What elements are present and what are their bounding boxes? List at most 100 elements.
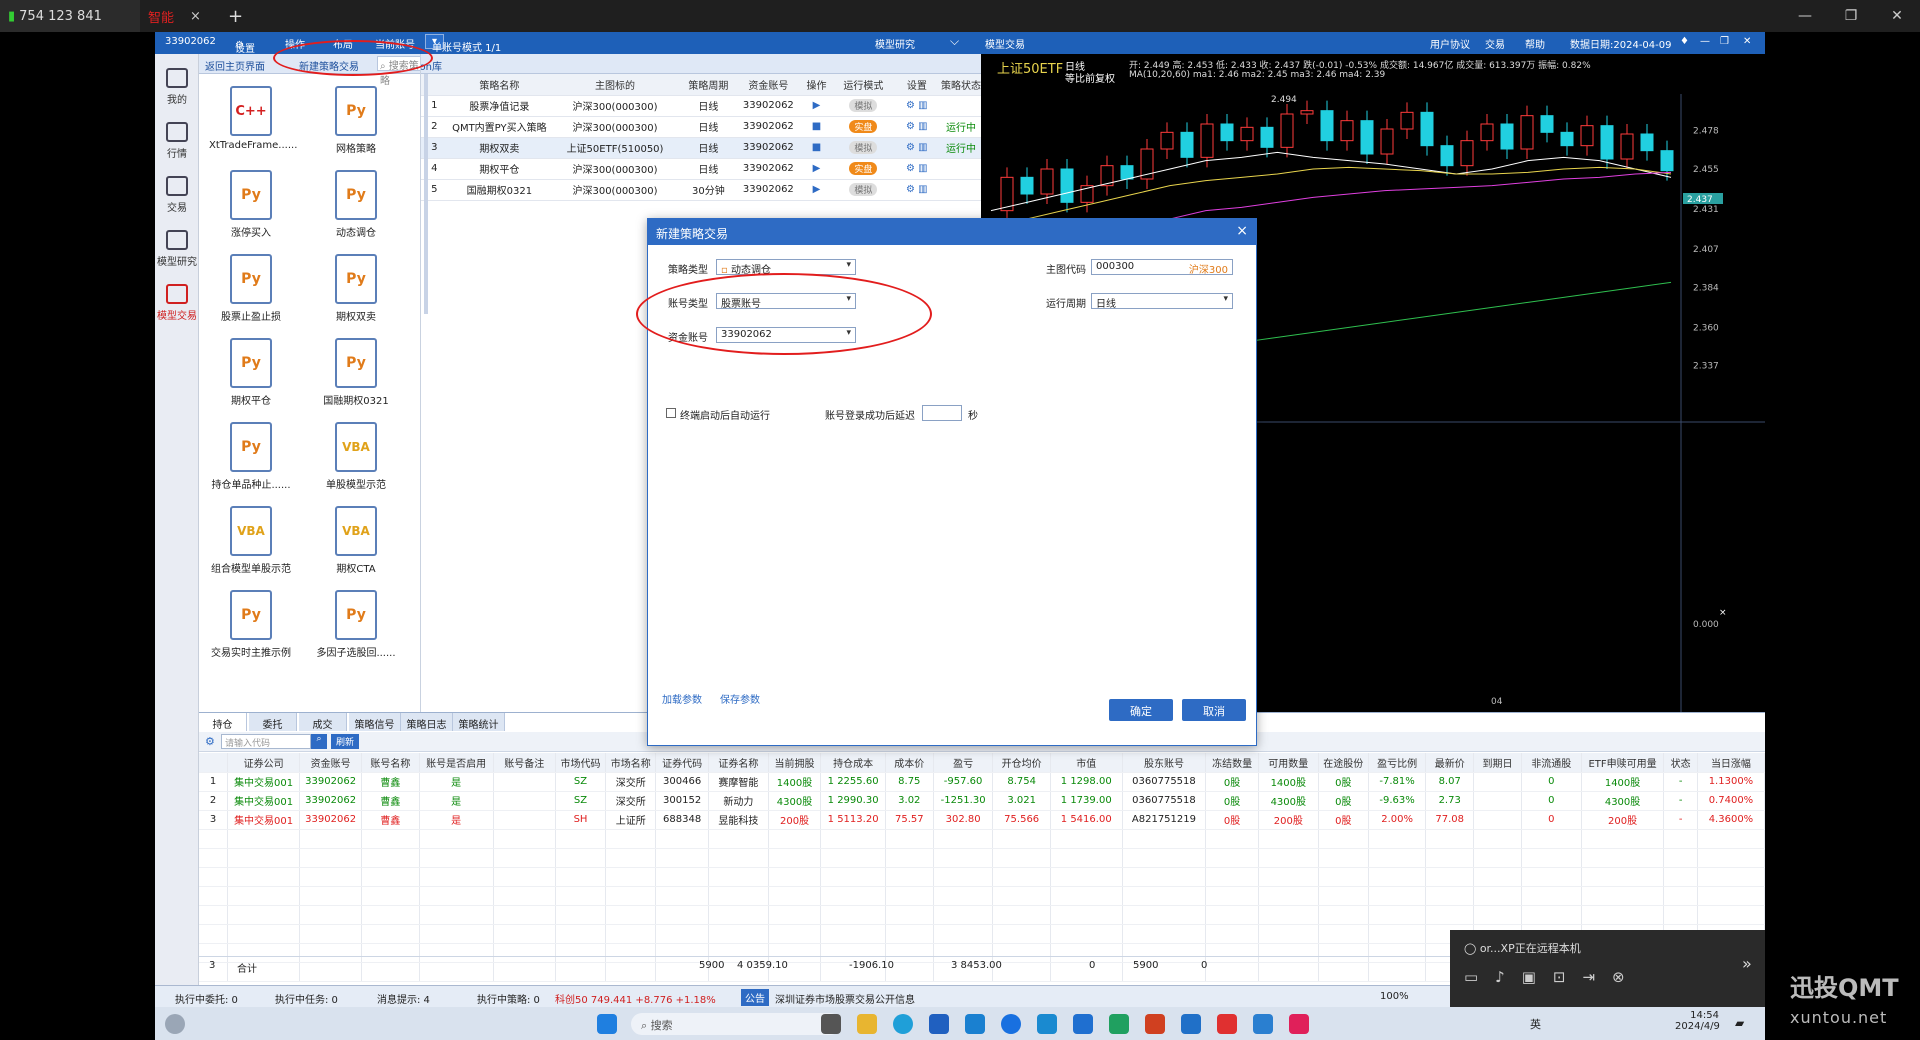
run-mode-toggle[interactable]: 实盘 — [849, 120, 878, 133]
column-header[interactable]: 当日涨幅 — [1697, 753, 1765, 773]
holding-row[interactable]: 3 集中交易001 33902062 曹鑫是 SH 上证所 688348 昱能科技 200股 1 … — [199, 810, 1765, 830]
help-menu[interactable]: 帮助 — [1525, 36, 1545, 51]
strategy-file-item[interactable]: Py 期权双卖 — [314, 254, 398, 323]
trash-icon[interactable]: ▥ — [918, 184, 927, 195]
cancel-button[interactable]: 取消 — [1182, 699, 1246, 721]
store-icon[interactable] — [929, 1014, 949, 1034]
stop-icon[interactable]: ■ — [799, 116, 834, 138]
trash-icon[interactable]: ▥ — [918, 100, 927, 111]
edge-icon[interactable] — [893, 1014, 913, 1034]
play-icon[interactable]: ▶ — [799, 158, 834, 180]
clock[interactable]: 14:54 2024/4/9 — [1675, 1010, 1720, 1032]
play-icon[interactable]: ▶ — [799, 95, 834, 117]
strategy-row[interactable]: 3 期权双卖 上证50ETF(510050) 日线 33902062 ■ 模拟 ⚙ ▥ 运行中 — [421, 137, 981, 159]
column-header[interactable]: 账号备注 — [493, 753, 556, 773]
code-search-input[interactable]: 请输入代码 — [221, 734, 311, 749]
app-icon[interactable] — [1253, 1014, 1273, 1034]
login-delay-input[interactable] — [922, 405, 962, 421]
strategy-file-item[interactable]: Py 涨停买入 — [209, 170, 293, 239]
chevron-down-icon[interactable]: ⌵ — [950, 34, 959, 49]
nav-model-research[interactable]: 模型研究 — [155, 230, 199, 268]
column-header[interactable]: 开仓均价 — [992, 753, 1051, 773]
strategy-file-item[interactable]: C++ XtTradeFrame...... — [209, 86, 297, 151]
strategy-row[interactable]: 1 股票净值记录 沪深300(000300) 日线 33902062 ▶ 模拟 ⚙ ▥ — [421, 95, 981, 117]
column-header[interactable]: 成本价 — [885, 753, 934, 773]
vscode-icon[interactable] — [1181, 1014, 1201, 1034]
exec-orders[interactable]: 执行中委托: 0 — [175, 991, 238, 1006]
gear-icon[interactable]: ⚙ — [906, 184, 915, 195]
column-header[interactable]: 当前拥股 — [768, 753, 822, 773]
column-header[interactable]: 资金账号 — [737, 74, 799, 96]
ok-button[interactable]: 确定 — [1109, 699, 1173, 721]
message-count[interactable]: 消息提示: 4 — [377, 991, 430, 1006]
restore-icon[interactable]: ❐ — [1720, 36, 1729, 47]
column-header[interactable]: 市场代码 — [555, 753, 607, 773]
auto-run-checkbox[interactable] — [666, 408, 676, 418]
main-code-input[interactable]: 000300 沪深300 — [1091, 259, 1233, 276]
play-icon[interactable]: ▶ — [799, 179, 834, 201]
column-header[interactable]: 策略状态 — [940, 74, 981, 96]
account-mode-select[interactable]: 单账号模式 1/1 ▾ — [425, 34, 501, 54]
bottom-tab[interactable]: 策略日志 — [401, 713, 453, 731]
strategy-file-item[interactable]: VBA 单股模型示范 — [314, 422, 398, 491]
strategy-file-item[interactable]: Py 动态调仓 — [314, 170, 398, 239]
column-header[interactable]: 账号是否启用 — [419, 753, 494, 773]
column-header[interactable]: 冻结数量 — [1205, 753, 1259, 773]
app-icon[interactable] — [1073, 1014, 1093, 1034]
gear-icon[interactable]: ⚙ — [906, 142, 915, 153]
run-mode-toggle[interactable]: 模拟 — [849, 183, 878, 196]
column-header[interactable]: 股东账号 — [1122, 753, 1207, 773]
column-header[interactable]: 账号名称 — [361, 753, 420, 773]
column-header[interactable]: 状态 — [1663, 753, 1698, 773]
nav-mine[interactable]: 我的 — [155, 68, 199, 106]
column-header[interactable]: 持仓成本 — [820, 753, 886, 773]
column-header[interactable]: 策略名称 — [447, 74, 552, 96]
zoom-level[interactable]: 100% — [1380, 991, 1409, 1002]
trash-icon[interactable]: ▥ — [918, 163, 927, 174]
app-icon[interactable] — [1109, 1014, 1129, 1034]
strategy-file-item[interactable]: Py 持仓单品种止...... — [209, 422, 293, 491]
app-icon[interactable] — [1217, 1014, 1237, 1034]
bottom-tab[interactable]: 策略信号 — [349, 713, 401, 731]
strategy-file-item[interactable]: VBA 期权CTA — [314, 506, 398, 575]
column-header[interactable]: ETF申赎可用量 — [1581, 753, 1665, 773]
exec-tasks[interactable]: 执行中任务: 0 — [275, 991, 338, 1006]
column-header[interactable]: 在途股份 — [1318, 753, 1369, 773]
column-header[interactable]: 资金账号 — [299, 753, 363, 773]
column-header[interactable]: 证券代码 — [655, 753, 709, 773]
strategy-file-item[interactable]: Py 网格策略 — [314, 86, 398, 155]
model-research-button[interactable]: 模型研究 — [875, 36, 915, 51]
strategy-file-item[interactable]: Py 交易实时主推示例 — [209, 590, 293, 659]
holding-row[interactable]: 1 集中交易001 33902062 曹鑫是 SZ 深交所 300466 赛摩智能 1400股 1… — [199, 772, 1765, 792]
close-icon[interactable]: × — [190, 9, 201, 24]
load-params-link[interactable]: 加载参数 — [662, 691, 702, 706]
scrollbar[interactable] — [424, 74, 428, 314]
taskbar-search[interactable]: ⌕ 搜索 — [631, 1013, 841, 1035]
tab-smart[interactable]: 智能 × — [140, 0, 205, 32]
gear-icon[interactable]: ⚙ — [906, 121, 915, 132]
strategy-row[interactable]: 2 QMT内置PY买入策略 沪深300(000300) 日线 33902062 ■ 实盘 ⚙ … — [421, 116, 981, 138]
run-period-select[interactable]: 日线 ▾ — [1091, 293, 1233, 310]
nav-model-trading[interactable]: 模型交易 — [155, 284, 199, 322]
stop-icon[interactable]: ■ — [799, 137, 834, 159]
trade-menu[interactable]: 交易 — [1485, 36, 1505, 51]
browser-icon[interactable] — [1001, 1014, 1021, 1034]
strategy-file-item[interactable]: VBA 组合模型单股示范 — [209, 506, 293, 575]
back-home-tab[interactable]: 返回主页界面 — [205, 58, 265, 73]
user-agreement-link[interactable]: 用户协议 — [1430, 36, 1470, 51]
bottom-tab[interactable]: 成交 — [299, 713, 347, 731]
run-mode-toggle[interactable]: 实盘 — [849, 162, 878, 175]
app-icon[interactable] — [1037, 1014, 1057, 1034]
windows-start-icon[interactable] — [597, 1014, 617, 1034]
column-header[interactable]: 证券名称 — [708, 753, 769, 773]
column-header[interactable]: 市值 — [1050, 753, 1123, 773]
gear-icon[interactable]: ⚙ — [906, 163, 915, 174]
column-header[interactable]: 设置 — [892, 74, 941, 96]
exec-strategies[interactable]: 执行中策略: 0 — [477, 991, 540, 1006]
column-header[interactable]: 操作 — [799, 74, 834, 96]
column-header[interactable]: 盈亏比例 — [1368, 753, 1427, 773]
cortana-icon[interactable] — [165, 1014, 185, 1034]
folder-icon[interactable] — [857, 1014, 877, 1034]
save-params-link[interactable]: 保存参数 — [720, 691, 760, 706]
bottom-tab[interactable]: 持仓 — [199, 713, 247, 731]
